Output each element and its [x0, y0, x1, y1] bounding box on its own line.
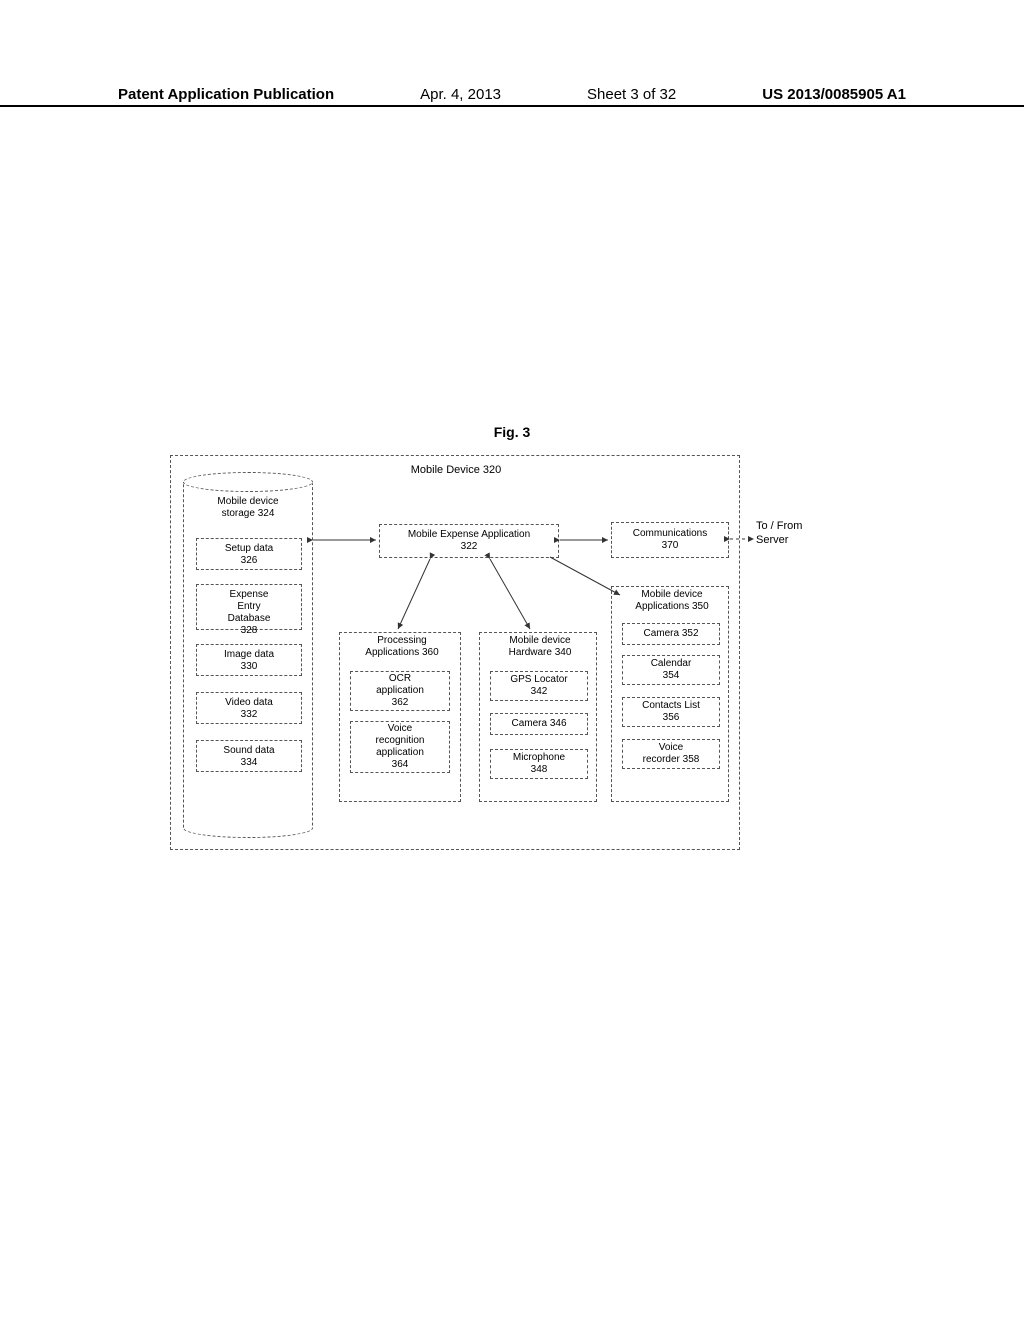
- page-header: Patent Application Publication Apr. 4, 2…: [0, 86, 1024, 107]
- publication-number: US 2013/0085905 A1: [762, 86, 906, 103]
- storage-expense-db: ExpenseEntryDatabase328: [196, 584, 302, 630]
- sheet-number: Sheet 3 of 32: [587, 86, 676, 103]
- microphone: Microphone348: [490, 749, 588, 779]
- publication-label: Patent Application Publication: [118, 86, 334, 103]
- diagram: Mobile Device 320 Mobile devicestorage 3…: [170, 455, 890, 855]
- storage-setup-data: Setup data326: [196, 538, 302, 570]
- storage-video-data: Video data332: [196, 692, 302, 724]
- app-contacts: Contacts List356: [622, 697, 720, 727]
- storage-cylinder: Mobile devicestorage 324 Setup data326 E…: [183, 482, 313, 838]
- gps-locator: GPS Locator342: [490, 671, 588, 701]
- publication-date: Apr. 4, 2013: [420, 86, 501, 103]
- processing-applications: ProcessingApplications 360 OCRapplicatio…: [339, 632, 461, 802]
- hardware-title: Mobile deviceHardware 340: [482, 635, 598, 659]
- storage-sound-data: Sound data334: [196, 740, 302, 772]
- to-from-server-label: To / FromServer: [756, 519, 802, 548]
- cylinder-top: [183, 472, 313, 492]
- processing-title: ProcessingApplications 360: [342, 635, 462, 659]
- mobile-device-box: Mobile Device 320 Mobile devicestorage 3…: [170, 455, 740, 850]
- app-calendar: Calendar354: [622, 655, 720, 685]
- mobile-expense-application: Mobile Expense Application322: [379, 524, 559, 558]
- communications: Communications370: [611, 522, 729, 558]
- mobile-device-hardware: Mobile deviceHardware 340 GPS Locator342…: [479, 632, 597, 802]
- mobile-device-applications: Mobile deviceApplications 350 Camera 352…: [611, 586, 729, 802]
- ocr-application: OCRapplication362: [350, 671, 450, 711]
- app-voice-recorder: Voicerecorder 358: [622, 739, 720, 769]
- storage-title: Mobile devicestorage 324: [184, 496, 312, 520]
- hardware-camera: Camera 346: [490, 713, 588, 735]
- applications-title: Mobile deviceApplications 350: [614, 589, 730, 613]
- voice-recognition-application: Voicerecognitionapplication364: [350, 721, 450, 773]
- app-camera: Camera 352: [622, 623, 720, 645]
- storage-image-data: Image data330: [196, 644, 302, 676]
- figure-title: Fig. 3: [0, 424, 1024, 440]
